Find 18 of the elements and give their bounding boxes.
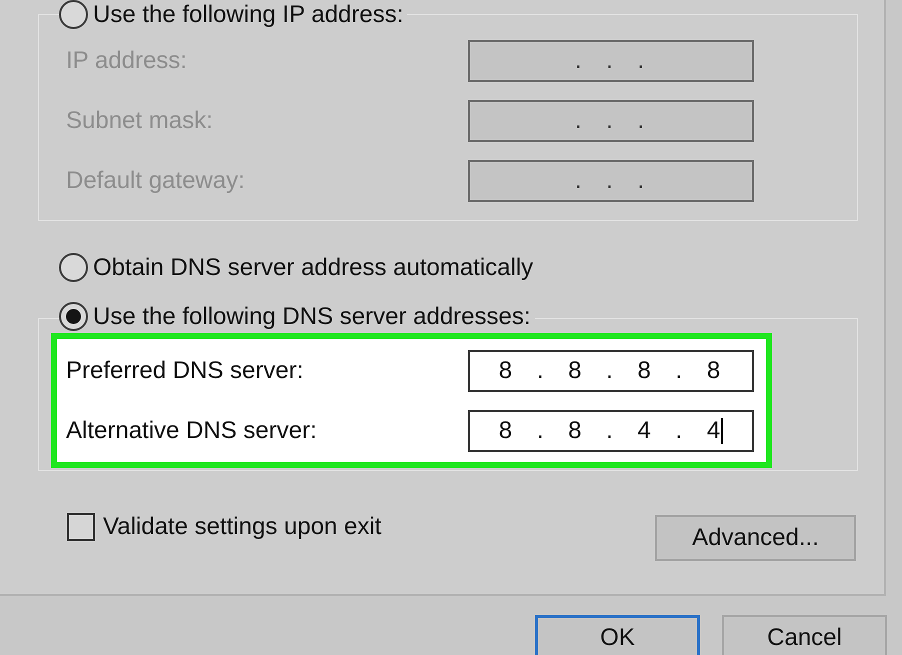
radio-button[interactable]	[59, 302, 88, 331]
field-label: Alternative DNS server:	[66, 417, 318, 445]
ip-input-field[interactable]: 8 . 8 . 4 . 4	[468, 410, 754, 452]
radio-label[interactable]: Use the following IP address:	[93, 0, 404, 28]
field-label: Preferred DNS server:	[66, 357, 304, 385]
field-label: Default gateway:	[66, 167, 246, 195]
checkbox-label[interactable]: Validate settings upon exit	[103, 513, 382, 541]
radio-label[interactable]: Obtain DNS server address automatically	[93, 254, 534, 282]
advanced-button[interactable]: Advanced...	[655, 515, 856, 561]
checkbox[interactable]	[67, 513, 95, 541]
ip-input-field[interactable]: 8 . 8 . 8 . 8	[468, 350, 754, 392]
dialog-button[interactable]: Cancel	[722, 615, 887, 655]
radio-button[interactable]	[59, 253, 88, 282]
dialog-button[interactable]: OK	[535, 615, 700, 655]
field-label: IP address:	[66, 47, 188, 75]
radio-label[interactable]: Use the following DNS server addresses:	[93, 302, 531, 330]
field-label: Subnet mask:	[66, 107, 214, 135]
radio-button[interactable]	[59, 0, 88, 29]
